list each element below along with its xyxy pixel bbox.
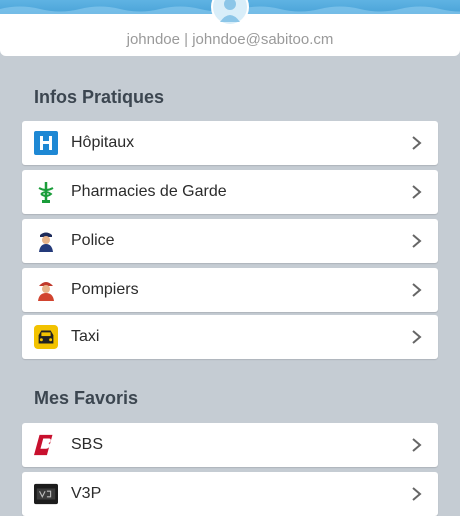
chevron-right-icon [412,185,422,199]
list-item-pompiers[interactable]: Pompiers [22,268,438,312]
sbs-logo-icon [34,433,58,457]
firefighter-icon [34,278,58,302]
list-item-label: Hôpitaux [71,134,135,151]
user-info-bar: johndoe | johndoe@sabitoo.cm [0,0,460,56]
chevron-right-icon [412,234,422,248]
chevron-right-icon [412,438,422,452]
list-item-police[interactable]: Police [22,219,438,263]
chevron-right-icon [412,330,422,344]
list-item-hopitaux[interactable]: Hôpitaux [22,121,438,165]
list-item-taxi[interactable]: Taxi [22,315,438,359]
list-item-label: Pharmacies de Garde [71,183,227,200]
hospital-icon [34,131,58,155]
chevron-right-icon [412,487,422,501]
user-icon [220,0,240,22]
list-item-label: Taxi [71,328,100,345]
v3p-logo-icon [34,482,58,506]
chevron-right-icon [412,283,422,297]
list-item-label: SBS [71,436,104,453]
list-item-v3p[interactable]: V3P [22,472,438,516]
list-item-label: Police [71,232,115,249]
user-identity: johndoe | johndoe@sabitoo.cm [126,31,334,48]
police-icon [34,229,58,253]
chevron-right-icon [412,136,422,150]
section-title-favoris: Mes Favoris [34,388,139,408]
pharmacy-icon [34,180,58,204]
taxi-icon [34,325,58,349]
avatar[interactable] [211,0,249,26]
section-title-infos: Infos Pratiques [34,87,165,107]
list-item-label: Pompiers [71,281,139,298]
list-item-pharmacies[interactable]: Pharmacies de Garde [22,170,438,214]
list-item-label: V3P [71,485,102,502]
list-item-sbs[interactable]: SBS [22,423,438,467]
